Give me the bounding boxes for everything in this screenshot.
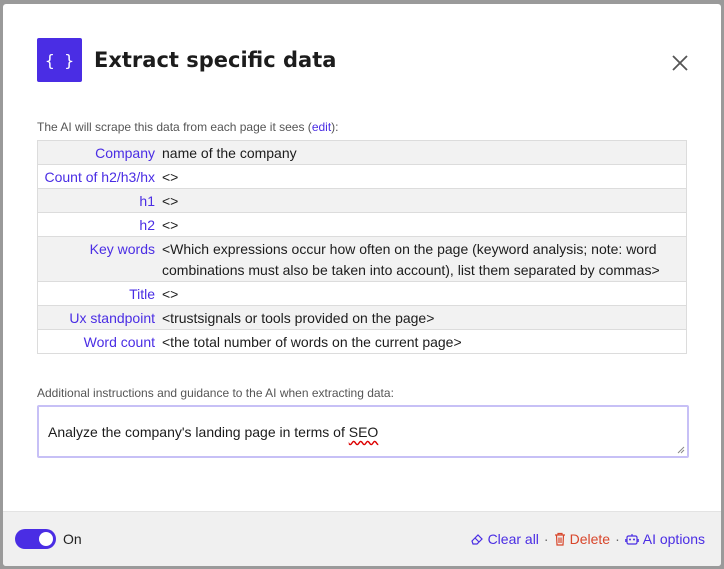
clear-all-label: Clear all [487,531,539,547]
field-row: Word count <the total number of words on … [37,329,687,354]
separator: · [543,531,549,547]
eraser-icon [470,534,483,545]
dialog-footer: On Clear all · Delete · AI options [3,511,721,566]
field-value: <> [161,212,687,237]
delete-label: Delete [569,531,611,547]
spellcheck-flagged-word: SEO [348,424,379,440]
field-key: h1 [37,188,161,213]
field-row: h1 <> [37,188,687,213]
ai-options-button[interactable]: AI options [624,531,705,547]
field-key: h2 [37,212,161,237]
delete-button[interactable]: Delete [554,531,610,547]
field-row: h2 <> [37,212,687,237]
footer-actions: Clear all · Delete · AI options [470,531,705,547]
field-value: <> [161,281,687,306]
braces-icon: { } [37,38,82,82]
close-icon[interactable] [668,51,692,75]
dialog-title: Extract specific data [94,48,337,72]
field-row: Ux standpoint <trustsignals or tools prov… [37,305,687,330]
intro-text: The AI will scrape this data from each p… [37,120,339,134]
field-key: Key words [37,236,161,282]
field-value: <Which expressions occur how often on th… [161,236,687,282]
field-key: Ux standpoint [37,305,161,330]
trash-icon [554,532,565,546]
intro-prefix: The AI will scrape this data from each p… [37,120,312,134]
guidance-text: Analyze the company's landing page in te… [48,424,378,440]
extract-data-dialog: { } Extract specific data The AI will sc… [3,4,721,566]
field-row: Title <> [37,281,687,306]
field-value: <trustsignals or tools provided on the p… [161,305,687,330]
resize-grip-icon[interactable] [677,446,685,454]
field-row: Count of h2/h3/hx <> [37,164,687,189]
field-key: Title [37,281,161,306]
field-key: Word count [37,329,161,354]
logo-glyph: { } [45,50,74,70]
separator: · [615,531,620,547]
clear-all-button[interactable]: Clear all [470,531,539,547]
guidance-textarea[interactable]: Analyze the company's landing page in te… [37,405,689,458]
field-value: <the total number of words on the curren… [161,329,687,354]
field-key: Company [37,140,161,165]
robot-icon [624,534,639,545]
dialog-header: { } Extract specific data [37,38,697,82]
field-row: Key words <Which expressions occur how of… [37,236,687,282]
fields-table: Company name of the company Count of h2/h3… [37,140,687,354]
field-value: name of the company [161,140,687,165]
guidance-label: Additional instructions and guidance to … [37,386,394,400]
field-value: <> [161,188,687,213]
intro-suffix: ): [331,120,339,134]
guidance-text-prefix: Analyze the company's landing page in te… [48,424,349,440]
edit-link[interactable]: edit [312,120,331,134]
field-key: Count of h2/h3/hx [37,164,161,189]
field-row: Company name of the company [37,140,687,165]
toggle-label: On [63,531,82,547]
field-value: <> [161,164,687,189]
on-off-toggle[interactable] [15,529,56,549]
ai-options-label: AI options [642,531,705,547]
toggle-knob [39,532,53,546]
